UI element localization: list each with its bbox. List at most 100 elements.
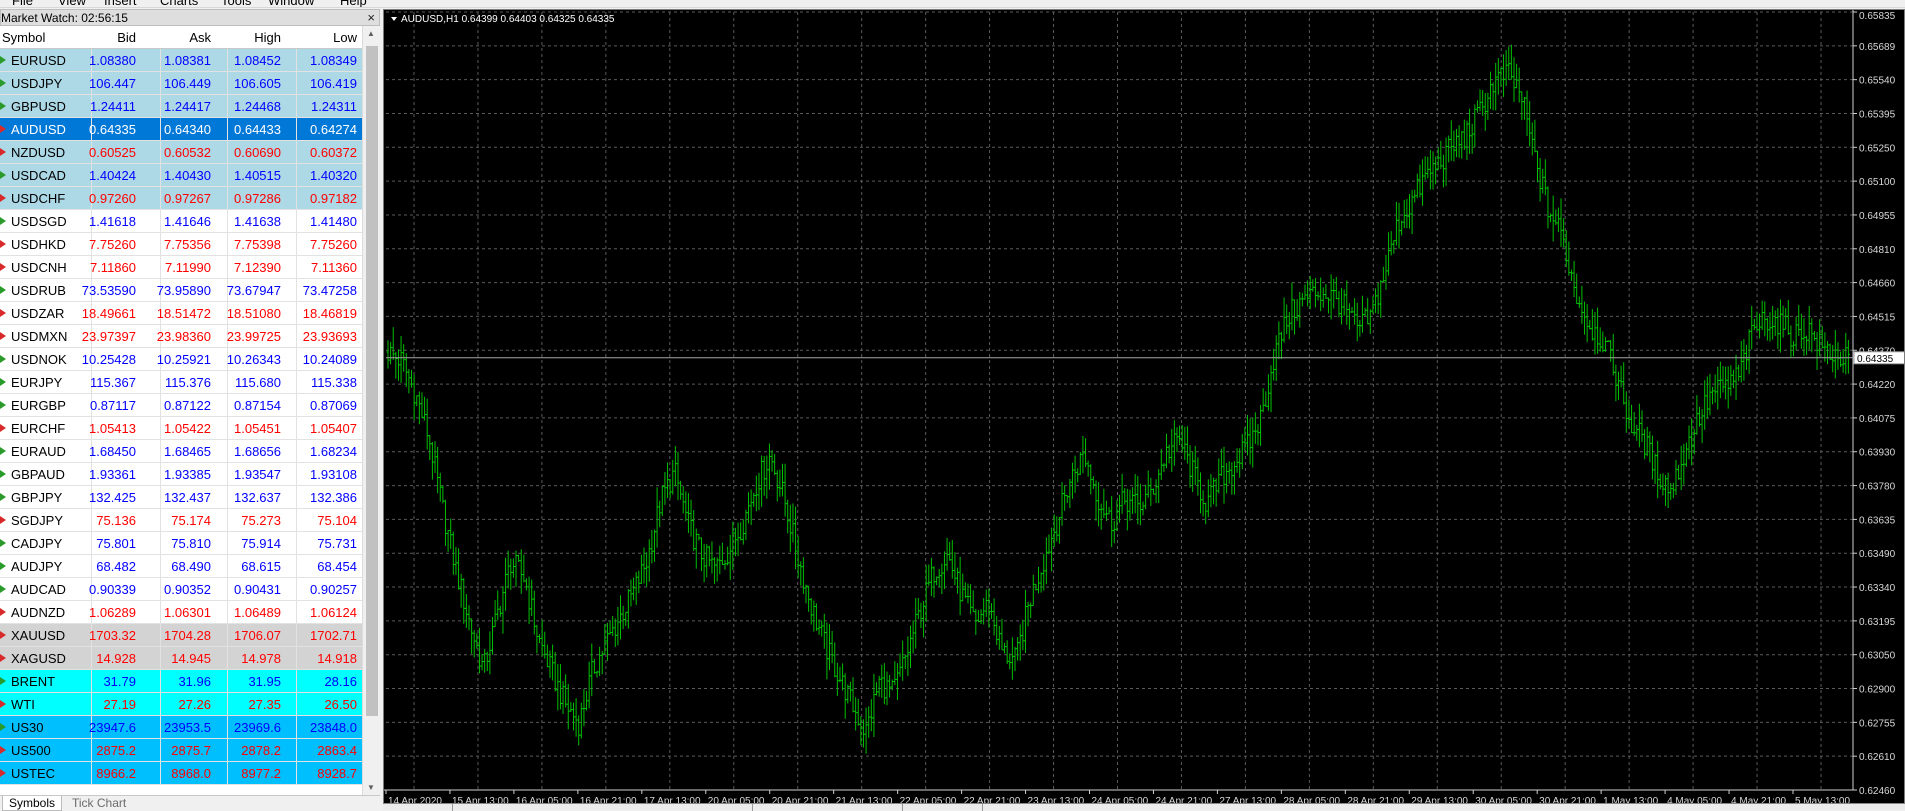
market-watch-scrollbar[interactable]: ▲ ▼ xyxy=(362,26,380,795)
ohlc-bar xyxy=(901,640,905,681)
bid-cell: 18.49661 xyxy=(81,306,136,321)
ohlc-bar xyxy=(626,589,630,629)
ohlc-bar xyxy=(1682,443,1686,485)
market-watch-row-sgdjpy[interactable]: SGDJPY 75.136 75.174 75.273 75.104 xyxy=(0,509,362,532)
ohlc-bar xyxy=(956,567,960,594)
market-watch-row-brent[interactable]: BRENT 31.79 31.96 31.95 28.16 xyxy=(0,670,362,693)
market-watch-row-usdhkd[interactable]: USDHKD 7.75260 7.75356 7.75398 7.75260 xyxy=(0,233,362,256)
market-watch-row-nzdusd[interactable]: NZDUSD 0.60525 0.60532 0.60690 0.60372 xyxy=(0,141,362,164)
column-header-high[interactable]: High xyxy=(254,30,281,45)
ask-cell: 0.97267 xyxy=(164,191,211,206)
column-separator xyxy=(227,256,228,279)
market-watch-row-audnzd[interactable]: AUDNZD 1.06289 1.06301 1.06489 1.06124 xyxy=(0,601,362,624)
price-chart[interactable]: 0.65835 0.65689 0.65540 0.65395 0.65250 0.651… xyxy=(384,10,1905,810)
column-separator xyxy=(160,49,161,72)
market-watch-row-usdzar[interactable]: USDZAR 18.49661 18.51472 18.51080 18.46819 xyxy=(0,302,362,325)
menu-window[interactable]: Window xyxy=(268,0,314,7)
ohlc-bar xyxy=(1091,476,1095,489)
ohlc-bar xyxy=(1815,331,1819,370)
high-cell: 10.26343 xyxy=(226,352,281,367)
market-watch-row-usdnok[interactable]: USDNOK 10.25428 10.25921 10.26343 10.24089 xyxy=(0,348,362,371)
market-watch-row-eurusd[interactable]: EURUSD 1.08380 1.08381 1.08452 1.08349 xyxy=(0,49,362,72)
market-watch-row-euraud[interactable]: EURAUD 1.68450 1.68465 1.68656 1.68234 xyxy=(0,440,362,463)
ohlc-bar xyxy=(979,609,983,625)
market-watch-row-ustec[interactable]: USTEC 8966.2 8968.0 8977.2 8928.7 xyxy=(0,762,362,785)
column-header-bid[interactable]: Bid xyxy=(117,30,136,45)
menu-view[interactable]: View xyxy=(58,0,86,7)
ohlc-bar xyxy=(1063,485,1067,511)
menu-tools[interactable]: Tools xyxy=(221,0,251,7)
scroll-down-icon[interactable]: ▼ xyxy=(367,783,375,792)
ohlc-bar xyxy=(1598,327,1602,352)
market-watch-row-wti[interactable]: WTI 27.19 27.26 27.35 26.50 xyxy=(0,693,362,716)
ohlc-bar xyxy=(1259,405,1263,446)
scroll-up-icon[interactable]: ▲ xyxy=(367,29,375,38)
ohlc-bar xyxy=(1413,189,1417,203)
tab-symbols[interactable]: Symbols xyxy=(2,796,63,811)
column-separator xyxy=(160,141,161,164)
ohlc-bar xyxy=(564,674,568,708)
column-header-ask[interactable]: Ask xyxy=(189,30,211,45)
ohlc-bar xyxy=(399,336,403,383)
market-watch-row-gbpaud[interactable]: GBPAUD 1.93361 1.93385 1.93547 1.93108 xyxy=(0,463,362,486)
market-watch-row-us500[interactable]: US500 2875.2 2875.7 2878.2 2863.4 xyxy=(0,739,362,762)
market-watch-row-usdsgd[interactable]: USDSGD 1.41618 1.41646 1.41638 1.41480 xyxy=(0,210,362,233)
market-watch-row-cadjpy[interactable]: CADJPY 75.801 75.810 75.914 75.731 xyxy=(0,532,362,555)
ohlc-bar xyxy=(1183,426,1187,460)
ohlc-bar xyxy=(579,702,583,739)
ask-cell: 0.87122 xyxy=(164,398,211,413)
market-watch-row-usdjpy[interactable]: USDJPY 106.447 106.449 106.605 106.419 xyxy=(0,72,362,95)
ohlc-bar xyxy=(1415,173,1419,199)
menu-charts[interactable]: Charts xyxy=(160,0,198,7)
menu-file[interactable]: File xyxy=(12,0,33,7)
ohlc-bar xyxy=(820,620,824,637)
column-separator xyxy=(160,187,161,210)
ohlc-bar xyxy=(1700,409,1704,444)
y-axis-tick-label: 0.63050 xyxy=(1859,651,1896,662)
ohlc-bar xyxy=(1465,120,1469,161)
chevron-down-icon[interactable] xyxy=(391,17,397,21)
menu-insert[interactable]: Insert xyxy=(104,0,137,7)
tab-tick-chart[interactable]: Tick Chart xyxy=(66,796,132,811)
ohlc-bar xyxy=(493,600,497,628)
column-header-symbol[interactable]: Symbol xyxy=(2,30,45,45)
market-watch-row-audjpy[interactable]: AUDJPY 68.482 68.490 68.615 68.454 xyxy=(0,555,362,578)
chart-window[interactable]: 0.65835 0.65689 0.65540 0.65395 0.65250 0.651… xyxy=(383,9,1905,810)
ohlc-bar xyxy=(1342,289,1346,316)
menu-help[interactable]: Help xyxy=(340,0,367,7)
market-watch-row-eurchf[interactable]: EURCHF 1.05413 1.05422 1.05451 1.05407 xyxy=(0,417,362,440)
ohlc-bar xyxy=(587,661,591,709)
price-down-icon xyxy=(0,608,6,616)
market-watch-row-usdcnh[interactable]: USDCNH 7.11860 7.11990 7.12390 7.11360 xyxy=(0,256,362,279)
market-watch-row-eurjpy[interactable]: EURJPY 115.367 115.376 115.680 115.338 xyxy=(0,371,362,394)
market-watch-row-usdchf[interactable]: USDCHF 0.97260 0.97267 0.97286 0.97182 xyxy=(0,187,362,210)
market-watch-row-audcad[interactable]: AUDCAD 0.90339 0.90352 0.90431 0.90257 xyxy=(0,578,362,601)
ask-cell: 18.51472 xyxy=(156,306,211,321)
ohlc-bar xyxy=(1760,300,1764,331)
ohlc-bar xyxy=(1005,640,1009,664)
market-watch-row-usdmxn[interactable]: USDMXN 23.97397 23.98360 23.99725 23.93693 xyxy=(0,325,362,348)
column-header-low[interactable]: Low xyxy=(333,30,357,45)
market-watch-row-usdcad[interactable]: USDCAD 1.40424 1.40430 1.40515 1.40320 xyxy=(0,164,362,187)
bid-cell: 68.482 xyxy=(96,559,136,574)
scrollbar-thumb[interactable] xyxy=(366,46,378,716)
market-watch-row-us30[interactable]: US30 23947.6 23953.5 23969.6 23848.0 xyxy=(0,716,362,739)
market-watch-row-audusd[interactable]: AUDUSD 0.64335 0.64340 0.64433 0.64274 xyxy=(0,118,362,141)
market-watch-row-xauusd[interactable]: XAUUSD 1703.32 1704.28 1706.07 1702.71 xyxy=(0,624,362,647)
market-watch-row-usdrub[interactable]: USDRUB 73.53590 73.95890 73.67947 73.47258 xyxy=(0,279,362,302)
market-watch-row-eurgbp[interactable]: EURGBP 0.87117 0.87122 0.87154 0.87069 xyxy=(0,394,362,417)
ohlc-bar xyxy=(1277,321,1281,360)
market-watch-row-gbpusd[interactable]: GBPUSD 1.24411 1.24417 1.24468 1.24311 xyxy=(0,95,362,118)
market-watch-row-xagusd[interactable]: XAGUSD 14.928 14.945 14.978 14.918 xyxy=(0,647,362,670)
column-separator xyxy=(91,739,92,762)
column-separator xyxy=(227,532,228,555)
column-separator xyxy=(296,463,297,486)
column-separator xyxy=(91,762,92,785)
ohlc-bar xyxy=(639,554,643,584)
ohlc-bar xyxy=(1010,637,1014,680)
market-watch-row-gbpjpy[interactable]: GBPJPY 132.425 132.437 132.637 132.386 xyxy=(0,486,362,509)
ohlc-bar xyxy=(830,630,834,664)
ohlc-bar xyxy=(1825,341,1829,365)
ohlc-bar xyxy=(1716,366,1720,410)
close-icon[interactable]: × xyxy=(367,10,375,25)
